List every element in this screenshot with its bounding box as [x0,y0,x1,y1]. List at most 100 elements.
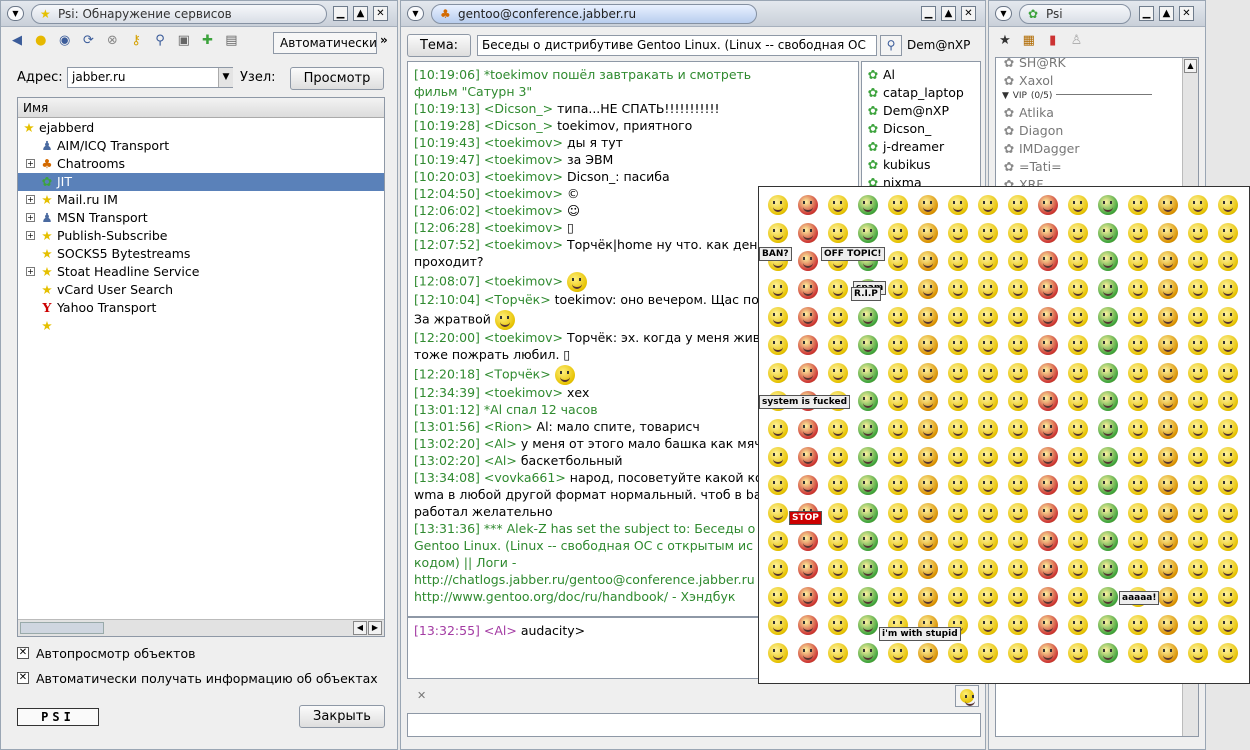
emoticon-icon[interactable] [798,195,818,215]
emoticon-icon[interactable] [1188,475,1208,495]
emoticon-icon[interactable] [1098,335,1118,355]
emoticon-icon[interactable] [858,615,878,635]
close-button[interactable]: Закрыть [299,705,385,728]
emoticon-icon[interactable] [858,531,878,551]
emoticon-icon[interactable] [1188,615,1208,635]
minimize-button[interactable]: ▁ [921,6,936,21]
emoticon-icon[interactable] [1008,447,1028,467]
emoticon-icon[interactable] [798,447,818,467]
emoticon-icon[interactable] [1098,615,1118,635]
tree-item[interactable]: ♟ AIM/ICQ Transport [18,137,384,155]
emoticon-icon[interactable] [1008,251,1028,271]
emoticon-icon[interactable] [798,363,818,383]
emoticon-icon[interactable] [1008,279,1028,299]
emoticon-icon[interactable] [1038,447,1058,467]
emoticon-icon[interactable] [1038,531,1058,551]
column-header[interactable]: Имя [18,98,384,118]
emoticon-icon[interactable] [768,503,788,523]
emoticon-icon[interactable] [978,503,998,523]
emoticon-icon[interactable] [1128,447,1148,467]
emoticon-button[interactable] [955,685,979,707]
emoticon-icon[interactable] [978,559,998,579]
emoticon-icon[interactable] [1038,391,1058,411]
tree-item[interactable]: + ★ Publish-Subscribe [18,227,384,245]
tree-item[interactable]: + ★ Mail.ru IM [18,191,384,209]
roster-contact[interactable]: ✿ Diagon [1002,122,1079,140]
emoticon-icon[interactable] [798,335,818,355]
emoticon-icon[interactable] [1158,279,1178,299]
emoticon-icon[interactable] [1158,251,1178,271]
maximize-button[interactable]: ▲ [941,6,956,21]
emoticon-icon[interactable] [948,279,968,299]
emoticon-icon[interactable] [1128,307,1148,327]
emoticon-icon[interactable] [798,279,818,299]
emoticon-icon[interactable] [888,307,908,327]
emoticon-icon[interactable] [1218,419,1238,439]
emoticon-icon[interactable] [798,559,818,579]
emoticon-icon[interactable] [978,279,998,299]
emoticon-icon[interactable] [798,307,818,327]
emoticon-icon[interactable] [948,307,968,327]
emoticon-icon[interactable] [1158,587,1178,607]
emoticon-icon[interactable] [978,223,998,243]
emoticon-icon[interactable] [888,335,908,355]
emoticon-icon[interactable] [978,447,998,467]
emoticon-icon[interactable] [1098,251,1118,271]
emoticon-icon[interactable] [1098,363,1118,383]
emoticon-icon[interactable] [858,447,878,467]
emoticon-icon[interactable] [978,419,998,439]
emoticon-icon[interactable] [948,475,968,495]
emoticon-icon[interactable] [948,363,968,383]
tree-item[interactable]: ★ SOCKS5 Bytestreams [18,245,384,263]
emoticon-icon[interactable] [1188,195,1208,215]
emoticon-icon[interactable] [888,475,908,495]
refresh-icon[interactable]: ⟳ [78,31,98,51]
emoticon-icon[interactable] [1218,587,1238,607]
member-item[interactable]: ✿ Dem@nXP [866,102,964,120]
emoticon-icon[interactable] [768,531,788,551]
emoticon-icon[interactable] [1038,643,1058,663]
expand-icon[interactable]: + [26,213,35,222]
emoticon-icon[interactable] [798,223,818,243]
emoticon-icon[interactable] [1098,587,1118,607]
emoticon-icon[interactable] [1068,307,1088,327]
emoticon-icon[interactable] [1098,419,1118,439]
group-header[interactable]: ▼ VIP (0/5) [1002,86,1180,102]
emoticon-icon[interactable] [888,419,908,439]
bulb-icon[interactable]: ● [31,31,51,51]
member-item[interactable]: ✿ j-dreamer [866,138,964,156]
emoticon-icon[interactable] [1158,475,1178,495]
emoticon-icon[interactable] [948,419,968,439]
expand-icon[interactable]: + [26,195,35,204]
emoticon-icon[interactable] [1158,335,1178,355]
emoticon-icon[interactable] [948,391,968,411]
emoticon-icon[interactable] [1098,475,1118,495]
emoticon-icon[interactable] [1098,503,1118,523]
emoticon-icon[interactable] [858,335,878,355]
emoticon-icon[interactable] [1098,559,1118,579]
search-icon[interactable]: ⚲ [150,31,170,51]
emoticon-icon[interactable] [1098,531,1118,551]
emoticon-icon[interactable] [1218,503,1238,523]
emoticon-icon[interactable] [858,195,878,215]
emoticon-icon[interactable] [888,531,908,551]
emoticon-icon[interactable] [828,531,848,551]
scroll-right-button[interactable]: ▶ [368,621,382,635]
emoticon-icon[interactable] [1218,615,1238,635]
emoticon-icon[interactable] [948,195,968,215]
emoticon-icon[interactable] [1008,195,1028,215]
tree-item[interactable]: ★ vCard User Search [18,281,384,299]
emoticon-icon[interactable] [978,587,998,607]
vcard-icon[interactable]: ▤ [221,31,241,51]
emoticon-icon[interactable] [768,335,788,355]
emoticon-icon[interactable] [978,391,998,411]
emoticon-icon[interactable] [1158,559,1178,579]
emoticon-icon[interactable] [1128,531,1148,551]
stop-icon[interactable]: ⊗ [102,31,122,51]
emoticon-icon[interactable] [918,307,938,327]
emoticon-icon[interactable] [858,587,878,607]
emoticon-icon[interactable] [1038,615,1058,635]
emoticon-icon[interactable] [1068,587,1088,607]
emoticon-icon[interactable] [1218,475,1238,495]
window-menu-button[interactable]: ▼ [407,6,424,21]
